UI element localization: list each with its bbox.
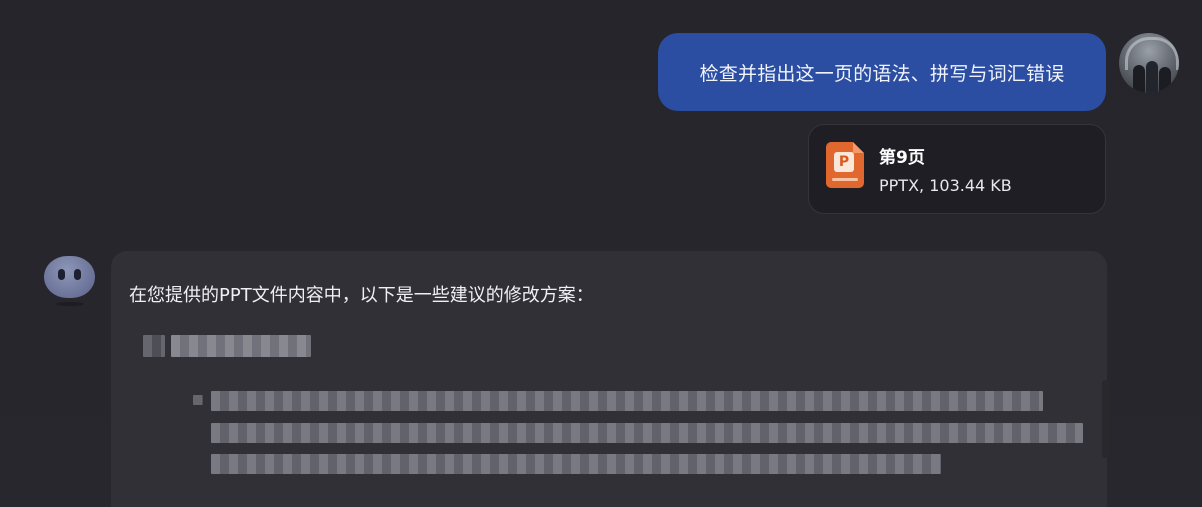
redacted-line-3 bbox=[211, 454, 941, 474]
pptx-file-icon: P bbox=[826, 142, 864, 188]
attachment-meta: PPTX, 103.44 KB bbox=[879, 176, 1012, 195]
assistant-avatar-shadow bbox=[56, 302, 84, 306]
user-message-text: 检查并指出这一页的语法、拼写与词汇错误 bbox=[699, 62, 1065, 85]
redacted-line-1 bbox=[211, 391, 1043, 411]
user-avatar[interactable] bbox=[1119, 33, 1179, 93]
chat-view: 检查并指出这一页的语法、拼写与词汇错误 P 第9页 PPTX, 103.44 K… bbox=[0, 0, 1202, 507]
redacted-heading bbox=[171, 335, 311, 357]
assistant-intro-text: 在您提供的PPT文件内容中，以下是一些建议的修改方案： bbox=[129, 285, 594, 306]
redacted-bullet bbox=[143, 335, 165, 357]
scrollbar[interactable] bbox=[1102, 380, 1110, 458]
attachment-name: 第9页 bbox=[879, 148, 925, 168]
assistant-avatar bbox=[44, 256, 95, 298]
attachment-card[interactable]: P 第9页 PPTX, 103.44 KB bbox=[808, 124, 1106, 214]
pptx-icon-letter: P bbox=[834, 152, 854, 172]
user-message-bubble: 检查并指出这一页的语法、拼写与词汇错误 bbox=[658, 33, 1106, 111]
assistant-message-bubble: 在您提供的PPT文件内容中，以下是一些建议的修改方案： bbox=[111, 251, 1107, 507]
redacted-line-2 bbox=[211, 423, 1083, 443]
redacted-sub-bullet bbox=[193, 395, 203, 405]
